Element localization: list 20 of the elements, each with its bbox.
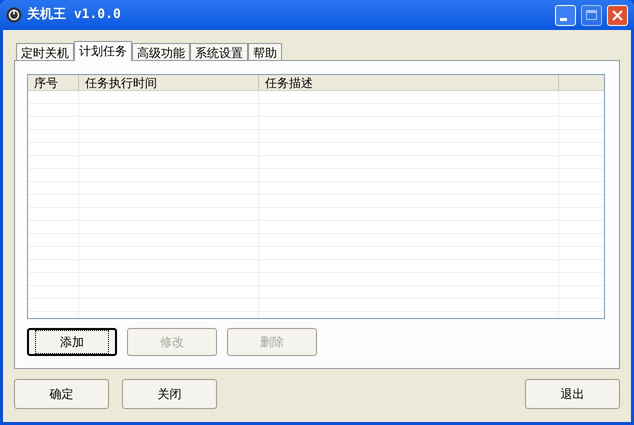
power-icon <box>6 7 22 23</box>
maximize-button[interactable] <box>581 4 602 26</box>
close-button[interactable] <box>607 4 628 26</box>
column-header[interactable]: 序号 <box>28 75 79 90</box>
tab[interactable]: 高级功能 <box>132 43 190 60</box>
button[interactable]: 退出 <box>525 379 620 409</box>
button[interactable]: 确定 <box>14 379 109 409</box>
minimize-button[interactable] <box>555 4 576 26</box>
minimize-icon <box>560 18 567 20</box>
column-header[interactable]: 任务执行时间 <box>79 75 259 90</box>
tab[interactable]: 计划任务 <box>74 41 132 61</box>
tab[interactable]: 定时关机 <box>16 43 74 60</box>
button[interactable]: 关闭 <box>122 379 217 409</box>
column-header[interactable]: 任务描述 <box>259 75 559 90</box>
maximize-icon <box>586 10 597 20</box>
close-icon <box>612 10 623 20</box>
window-title: 关机王 v1.0.0 <box>27 6 121 24</box>
tab[interactable]: 帮助 <box>248 43 282 60</box>
button[interactable]: 添加 <box>27 328 117 356</box>
tab[interactable]: 系统设置 <box>190 43 248 60</box>
